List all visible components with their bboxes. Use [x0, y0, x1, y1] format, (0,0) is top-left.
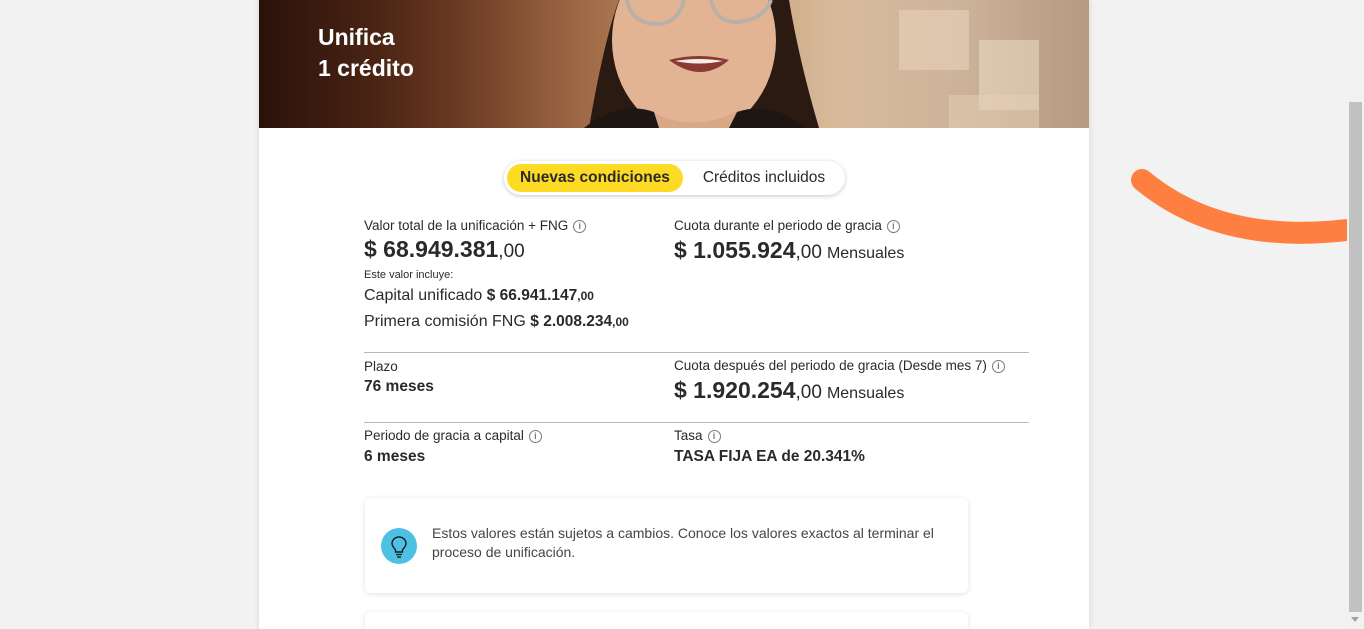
lightbulb-icon [381, 528, 417, 564]
after-grace-fee-unit: Mensuales [826, 385, 905, 402]
term-value: 76 meses [364, 378, 434, 395]
fng-commission-cents: ,00 [612, 315, 629, 329]
rate-label-text: Tasa [674, 428, 703, 443]
page-scrollbar[interactable] [1347, 0, 1364, 629]
after-grace-fee-amount-main: $ 1.920.254 [674, 377, 796, 403]
rate-info-icon[interactable]: i [707, 430, 721, 443]
after-grace-fee-amount-cents: ,00 [795, 382, 822, 403]
hero-title-line-1: Unifica [318, 24, 395, 50]
decorative-orange-arc [1131, 169, 1350, 244]
fng-commission-line: Primera comisión FNG $ 2.008.234,00 [364, 313, 629, 331]
grace-fee-label: Cuota durante el periodo de gracia i [674, 218, 900, 233]
grace-period-info-icon[interactable]: i [528, 430, 542, 443]
fng-commission-label: Primera comisión FNG [364, 313, 526, 330]
capital-unified-cents: ,00 [577, 289, 594, 303]
conditions-tab-switcher: Nuevas condiciones Créditos incluidos [504, 161, 845, 195]
fng-commission-amount: $ 2.008.234 [530, 313, 613, 330]
divider [364, 422, 1029, 423]
hero-title-line-2: 1 crédito [318, 55, 414, 81]
hero-banner: Unifica 1 crédito [259, 0, 1089, 128]
grace-fee-info-icon[interactable]: i [886, 220, 900, 233]
after-grace-fee-info-icon[interactable]: i [991, 360, 1005, 373]
grace-period-label: Periodo de gracia a capital i [364, 428, 542, 443]
after-grace-fee-amount: $ 1.920.254,00 Mensuales [674, 377, 904, 404]
notice-text: Estos valores están sujetos a cambios. C… [432, 525, 934, 560]
rate-label: Tasa i [674, 428, 721, 443]
grace-fee-label-text: Cuota durante el periodo de gracia [674, 218, 882, 233]
unification-card: Unifica 1 crédito Nuevas condiciones Cré… [259, 0, 1089, 629]
total-value-info-icon[interactable]: i [573, 220, 587, 233]
tab-creditos-incluidos[interactable]: Créditos incluidos [686, 164, 842, 192]
capital-unified-label: Capital unificado [364, 287, 483, 304]
term-label: Plazo [364, 359, 398, 374]
includes-label: Este valor incluye: [364, 269, 454, 281]
capital-unified-line: Capital unificado $ 66.941.147,00 [364, 287, 594, 305]
capital-unified-amount: $ 66.941.147 [486, 287, 578, 304]
after-grace-fee-label-text: Cuota después del periodo de gracia (Des… [674, 358, 987, 373]
notice-box: Estos valores están sujetos a cambios. C… [365, 498, 968, 593]
scrollbar-thumb[interactable] [1349, 102, 1362, 612]
grace-fee-amount-main: $ 1.055.924 [674, 237, 796, 263]
next-card-partial [365, 612, 968, 629]
scroll-down-arrow-icon[interactable] [1351, 617, 1359, 622]
after-grace-fee-label: Cuota después del periodo de gracia (Des… [674, 358, 1005, 373]
total-value-amount-main: $ 68.949.381 [364, 236, 499, 262]
hero-title: Unifica 1 crédito [318, 22, 414, 84]
tab-nuevas-condiciones[interactable]: Nuevas condiciones [507, 164, 683, 192]
grace-period-value: 6 meses [364, 448, 426, 465]
grace-fee-amount: $ 1.055.924,00 Mensuales [674, 237, 904, 264]
grace-fee-unit: Mensuales [826, 245, 905, 262]
total-value-amount-cents: ,00 [498, 241, 525, 262]
rate-value: TASA FIJA EA de 20.341% [674, 448, 865, 465]
grace-period-label-text: Periodo de gracia a capital [364, 428, 524, 443]
divider [364, 352, 1029, 353]
grace-fee-amount-cents: ,00 [795, 242, 822, 263]
total-value-label: Valor total de la unificación + FNG i [364, 218, 587, 233]
total-value-amount: $ 68.949.381,00 [364, 236, 525, 263]
total-value-label-text: Valor total de la unificación + FNG [364, 218, 569, 233]
